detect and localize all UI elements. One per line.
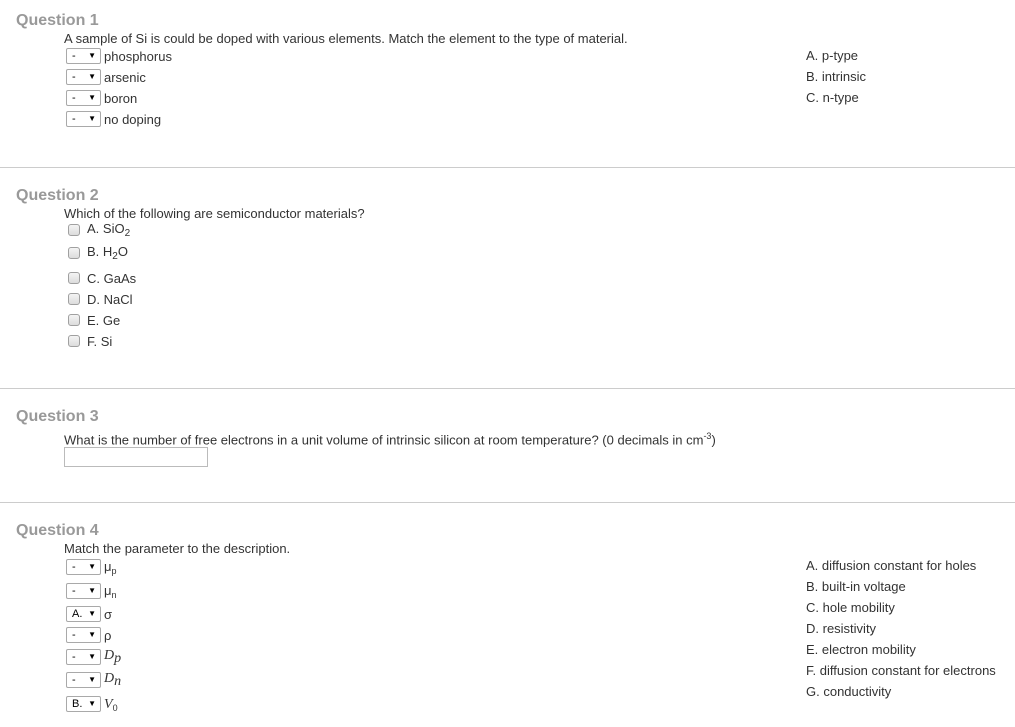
q1-select-no-doping[interactable]: - ▼ [66,111,101,127]
q4-select-mu-p[interactable]: - ▼ [66,559,101,575]
q4-match-row: A. ▼ σ [66,605,112,623]
q4-row-label: ρ [104,627,112,643]
q1-select-arsenic[interactable]: - ▼ [66,69,101,85]
question-4-title: Question 4 [16,522,99,539]
q1-match-row: - ▼ arsenic [66,68,146,86]
dropdown-arrow-icon: ▼ [88,699,96,708]
q4-row-label: σ [104,606,113,622]
q1-select-boron[interactable]: - ▼ [66,90,101,106]
q2-choice-label: C. GaAs [87,270,137,286]
q4-option: E. electron mobility [806,642,916,657]
q4-row-label: μp [104,558,117,576]
q1-option: A. p-type [806,48,859,63]
q2-choice: A. SiO2 [68,221,131,239]
q2-choice-label: B. H2O [87,244,128,262]
q2-choice: F. Si [68,333,112,349]
q1-match-row: - ▼ no doping [66,110,161,128]
q1-row-label: no doping [104,111,162,127]
divider [0,502,1015,503]
q4-match-row: - ▼ μn [66,582,117,600]
q1-option: B. intrinsic [806,69,866,84]
q4-select-d-n[interactable]: - ▼ [66,672,101,688]
q2-choice-label: A. SiO2 [87,221,131,239]
q2-checkbox-c[interactable] [68,272,80,284]
divider [0,388,1015,389]
q2-checkbox-e[interactable] [68,314,80,326]
q4-row-label: V0 [104,696,118,713]
q4-select-rho[interactable]: - ▼ [66,627,101,643]
q4-row-label: Dn [104,671,122,689]
q2-choice-label: D. NaCl [87,291,133,307]
q4-option: F. diffusion constant for electrons [806,663,996,678]
q4-option: G. conductivity [806,684,892,699]
q4-match-row: - ▼ ρ [66,626,111,644]
dropdown-arrow-icon: ▼ [88,586,96,595]
question-3-text: What is the number of free electrons in … [64,431,716,448]
q4-option: D. resistivity [806,621,877,636]
q4-select-v0[interactable]: B. ▼ [66,696,101,712]
question-1-title: Question 1 [16,12,99,29]
q4-row-label: Dp [104,648,122,666]
q1-row-label: arsenic [104,69,146,85]
q4-option: A. diffusion constant for holes [806,558,977,573]
q3-answer-input[interactable] [64,447,208,467]
question-2-text: Which of the following are semiconductor… [64,206,365,221]
q1-match-row: - ▼ phosphorus [66,47,172,65]
q2-choice-label: F. Si [87,333,113,349]
q2-checkbox-f[interactable] [68,335,80,347]
q1-row-label: phosphorus [104,48,172,64]
q1-match-row: - ▼ boron [66,89,137,107]
q4-row-label: μn [104,582,117,600]
q2-checkbox-b[interactable] [68,247,80,259]
q2-choice-label: E. Ge [87,312,121,328]
dropdown-arrow-icon: ▼ [88,562,96,571]
q2-checkbox-d[interactable] [68,293,80,305]
dropdown-arrow-icon: ▼ [88,93,96,102]
dropdown-arrow-icon: ▼ [88,72,96,81]
dropdown-arrow-icon: ▼ [88,114,96,123]
dropdown-arrow-icon: ▼ [88,630,96,639]
dropdown-arrow-icon: ▼ [88,51,96,60]
q1-row-label: boron [104,90,138,106]
question-3-title: Question 3 [16,408,99,425]
q2-choice: C. GaAs [68,270,136,286]
q4-match-row: B. ▼ V0 [66,695,118,713]
q2-choice: D. NaCl [68,291,133,307]
q2-checkbox-a[interactable] [68,224,80,236]
q2-choice: E. Ge [68,312,120,328]
question-2-title: Question 2 [16,187,99,204]
q4-select-d-p[interactable]: - ▼ [66,649,101,665]
dropdown-arrow-icon: ▼ [88,609,96,618]
q4-option: B. built-in voltage [806,579,906,594]
q1-select-phosphorus[interactable]: - ▼ [66,48,101,64]
q4-select-sigma[interactable]: A. ▼ [66,606,101,622]
q4-select-mu-n[interactable]: - ▼ [66,583,101,599]
q4-option: C. hole mobility [806,600,895,615]
q1-option: C. n-type [806,90,859,105]
question-4-text: Match the parameter to the description. [64,541,291,556]
divider [0,167,1015,168]
dropdown-arrow-icon: ▼ [88,652,96,661]
question-1-text: A sample of Si is could be doped with va… [64,31,628,46]
q4-match-row: - ▼ μp [66,558,117,576]
q2-choice: B. H2O [68,244,128,262]
dropdown-arrow-icon: ▼ [88,675,96,684]
q4-match-row: - ▼ Dn [66,671,121,689]
q4-match-row: - ▼ Dp [66,648,121,666]
